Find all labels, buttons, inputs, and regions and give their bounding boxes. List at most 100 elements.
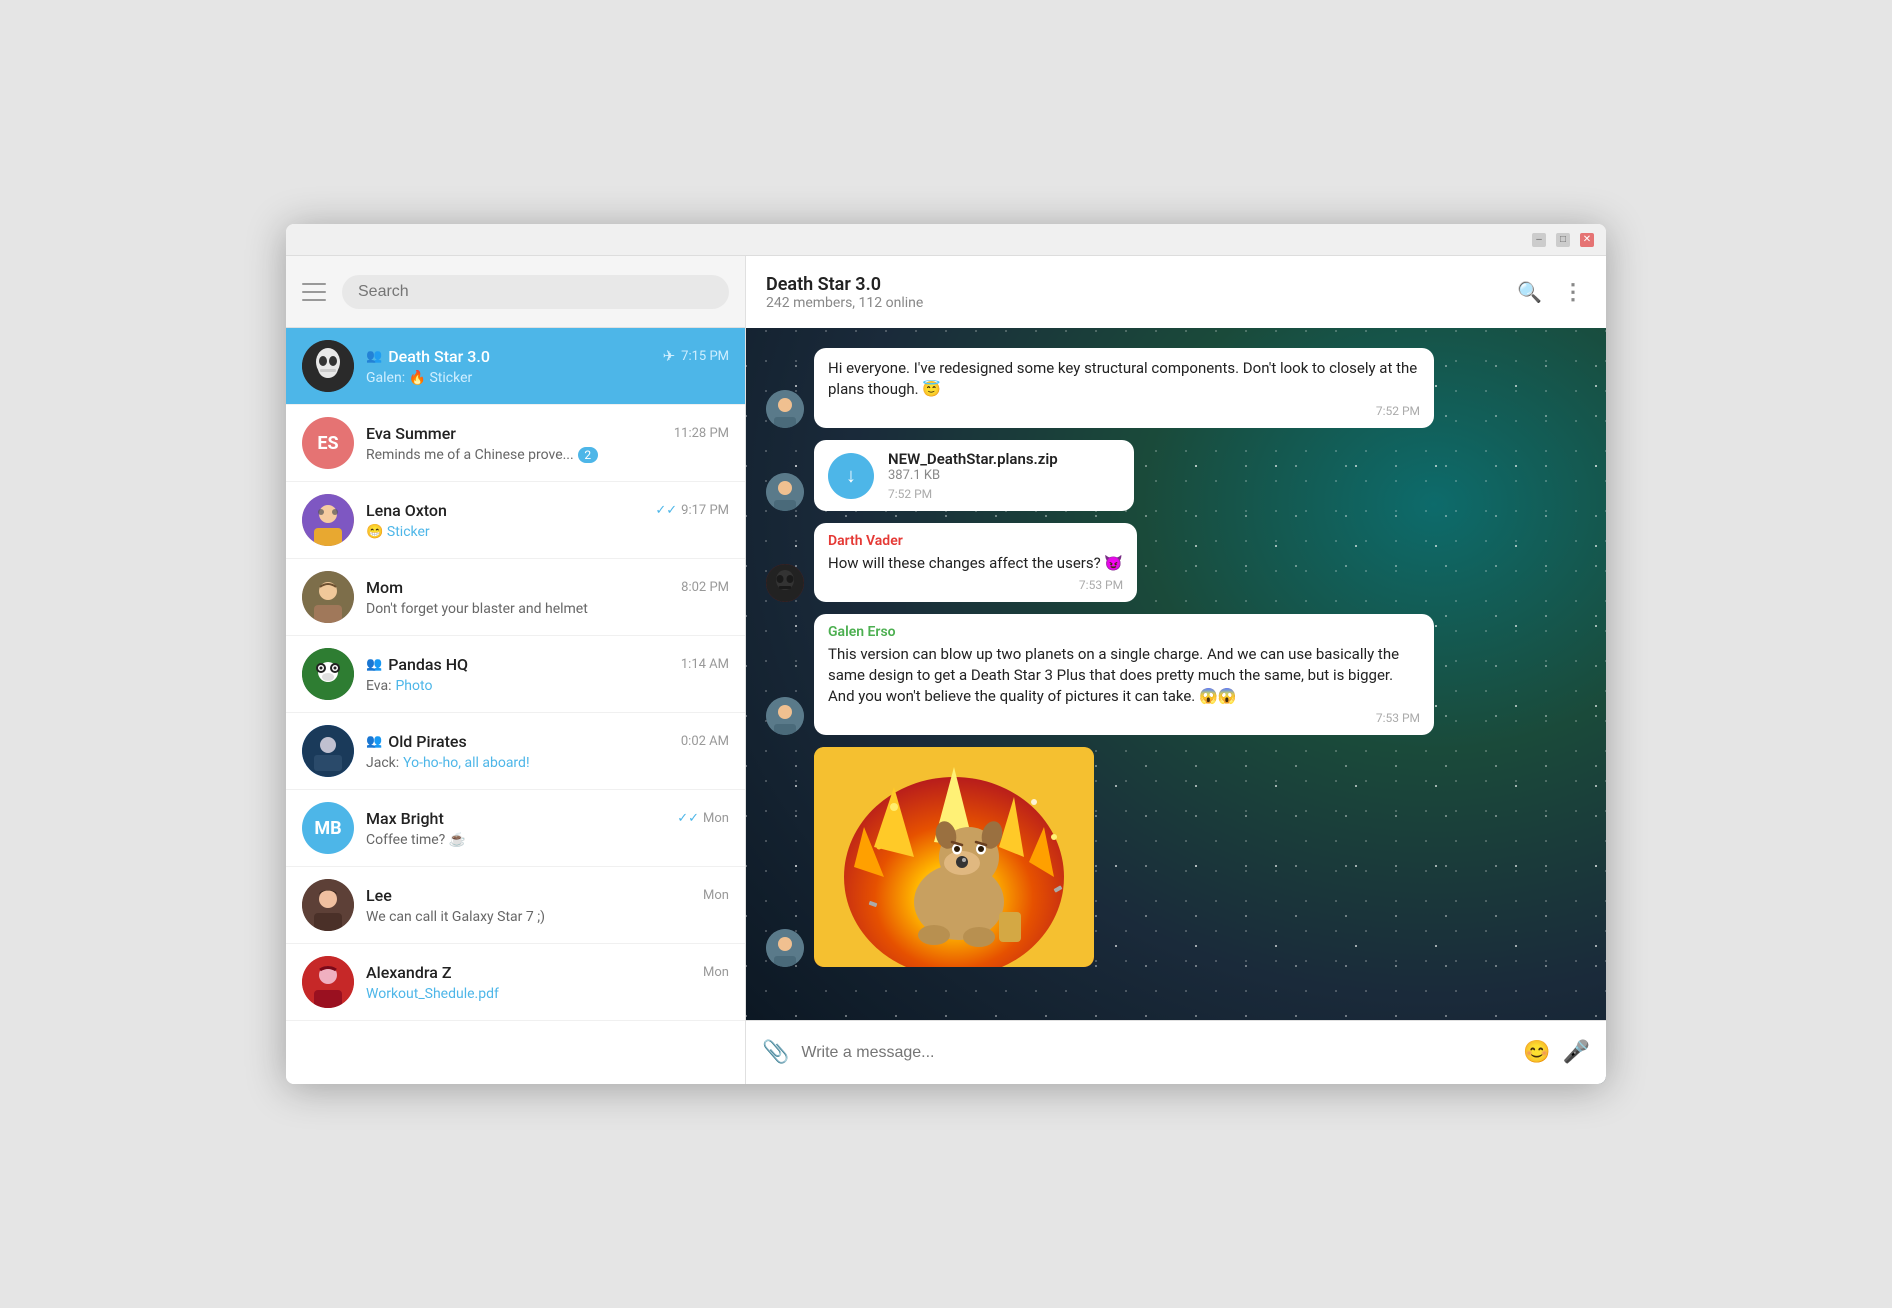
chat-info: Lee Mon We can call it Galaxy Star 7 ;) — [366, 886, 729, 925]
group-icon: 👥 — [366, 734, 382, 749]
avatar-image — [766, 697, 804, 735]
chat-header-icons: 🔍 ⋮ — [1517, 280, 1586, 305]
chat-name: 👥 Death Star 3.0 — [366, 347, 490, 366]
group-icon: 👥 — [366, 349, 382, 364]
message-row: Galen Erso This version can blow up two … — [766, 614, 1586, 735]
chat-name-row: 👥 Old Pirates 0:02 AM — [366, 732, 729, 751]
chat-name-row: Lee Mon — [366, 886, 729, 905]
hamburger-menu-icon[interactable] — [302, 283, 326, 301]
chat-preview: Reminds me of a Chinese prove... 2 — [366, 447, 729, 463]
chat-name-row: 👥 Pandas HQ 1:14 AM — [366, 655, 729, 674]
chat-item-pandas-hq[interactable]: 👥 Pandas HQ 1:14 AM Eva: Photo — [286, 636, 745, 713]
chat-item-death-star[interactable]: 👥 Death Star 3.0 ✈ 7:15 PM Galen: 🔥 Stic… — [286, 328, 745, 405]
chat-name: Alexandra Z — [366, 963, 451, 982]
chat-time: 8:02 PM — [681, 580, 729, 595]
chat-name-row: Max Bright ✓✓ Mon — [366, 809, 729, 828]
message-row: Hi everyone. I've redesigned some key st… — [766, 348, 1586, 428]
avatar — [302, 879, 354, 931]
chat-item-eva-summer[interactable]: ES Eva Summer 11:28 PM Reminds me of a C… — [286, 405, 745, 482]
avatar — [302, 494, 354, 546]
chat-name-row: 👥 Death Star 3.0 ✈ 7:15 PM — [366, 347, 729, 366]
message-sender: Darth Vader — [828, 533, 1123, 549]
chat-info: 👥 Pandas HQ 1:14 AM Eva: Photo — [366, 655, 729, 694]
chat-item-mom[interactable]: Mom 8:02 PM Don't forget your blaster an… — [286, 559, 745, 636]
avatar-image — [302, 956, 354, 1008]
message-avatar — [766, 473, 804, 511]
maximize-button[interactable]: □ — [1556, 233, 1570, 247]
message-bubble: Hi everyone. I've redesigned some key st… — [814, 348, 1434, 428]
chat-name: Max Bright — [366, 809, 444, 828]
unread-badge: 2 — [578, 447, 598, 463]
file-name: NEW_DeathStar.plans.zip — [888, 450, 1058, 468]
chat-header: Death Star 3.0 242 members, 112 online 🔍… — [746, 256, 1606, 328]
search-input[interactable] — [358, 283, 713, 301]
chat-subtitle: 242 members, 112 online — [766, 295, 923, 311]
chat-time: 1:14 AM — [681, 657, 729, 672]
chat-preview: We can call it Galaxy Star 7 ;) — [366, 909, 729, 925]
double-check-icon: ✓✓ — [655, 503, 677, 518]
chat-item-old-pirates[interactable]: 👥 Old Pirates 0:02 AM Jack: Yo-ho-ho, al… — [286, 713, 745, 790]
chat-time: 9:17 PM — [681, 503, 729, 518]
input-area: 📎 😊 🎤 — [746, 1020, 1606, 1084]
avatar-image — [302, 340, 354, 392]
avatar — [302, 956, 354, 1008]
chat-preview: 😁 Sticker — [366, 524, 729, 540]
chat-name-row: Eva Summer 11:28 PM — [366, 424, 729, 443]
mic-icon[interactable]: 🎤 — [1563, 1040, 1590, 1065]
chat-preview: Jack: Yo-ho-ho, all aboard! — [366, 755, 729, 771]
chat-info: 👥 Old Pirates 0:02 AM Jack: Yo-ho-ho, al… — [366, 732, 729, 771]
chat-preview: Workout_Shedule.pdf — [366, 986, 729, 1002]
message-bubble: Darth Vader How will these changes affec… — [814, 523, 1137, 602]
title-bar: – □ ✕ — [286, 224, 1606, 256]
chat-name: 👥 Pandas HQ — [366, 655, 468, 674]
avatar — [302, 648, 354, 700]
message-avatar — [766, 390, 804, 428]
message-row: Darth Vader How will these changes affec… — [766, 523, 1586, 602]
chat-item-lena-oxton[interactable]: Lena Oxton ✓✓ 9:17 PM 😁 Sticker — [286, 482, 745, 559]
double-check-icon: ✓✓ — [677, 811, 699, 826]
chat-item-lee[interactable]: Lee Mon We can call it Galaxy Star 7 ;) — [286, 867, 745, 944]
message-time: 7:53 PM — [828, 578, 1123, 592]
messages-area: Hi everyone. I've redesigned some key st… — [746, 328, 1606, 1020]
chat-name: Eva Summer — [366, 424, 456, 443]
avatar-image — [302, 494, 354, 546]
avatar: ES — [302, 417, 354, 469]
chat-time: Mon — [703, 965, 729, 980]
close-button[interactable]: ✕ — [1580, 233, 1594, 247]
file-download-button[interactable]: ↓ — [828, 453, 874, 499]
avatar: MB — [302, 802, 354, 854]
sidebar-header — [286, 256, 745, 328]
avatar — [302, 571, 354, 623]
chat-header-info: Death Star 3.0 242 members, 112 online — [766, 274, 923, 311]
chat-time: 11:28 PM — [674, 426, 729, 441]
chat-item-max-bright[interactable]: MB Max Bright ✓✓ Mon Coffee time? ☕ — [286, 790, 745, 867]
chat-name: Mom — [366, 578, 403, 597]
chat-info: Max Bright ✓✓ Mon Coffee time? ☕ — [366, 809, 729, 848]
message-time: 7:52 PM — [828, 404, 1420, 418]
group-icon: 👥 — [366, 657, 382, 672]
chat-name: 👥 Old Pirates — [366, 732, 467, 751]
search-icon[interactable]: 🔍 — [1517, 280, 1542, 304]
more-options-icon[interactable]: ⋮ — [1562, 280, 1586, 305]
message-avatar — [766, 929, 804, 967]
chat-preview: Eva: Photo — [366, 678, 729, 694]
sticker-row — [766, 747, 1586, 967]
file-info: NEW_DeathStar.plans.zip 387.1 KB 7:52 PM — [888, 450, 1058, 501]
chat-area: Death Star 3.0 242 members, 112 online 🔍… — [746, 256, 1606, 1084]
minimize-button[interactable]: – — [1532, 233, 1546, 247]
chat-time: 7:15 PM — [681, 349, 729, 364]
message-input[interactable] — [801, 1044, 1511, 1062]
chat-item-alexandra-z[interactable]: Alexandra Z Mon Workout_Shedule.pdf — [286, 944, 745, 1021]
chat-info: Lena Oxton ✓✓ 9:17 PM 😁 Sticker — [366, 501, 729, 540]
emoji-icon[interactable]: 😊 — [1523, 1040, 1550, 1065]
message-sender: Galen Erso — [828, 624, 1420, 640]
message-bubble: Galen Erso This version can blow up two … — [814, 614, 1434, 735]
message-file-bubble: ↓ NEW_DeathStar.plans.zip 387.1 KB 7:52 … — [814, 440, 1134, 511]
search-box[interactable] — [342, 275, 729, 309]
chat-time: 0:02 AM — [681, 734, 729, 749]
attach-icon[interactable]: 📎 — [762, 1040, 789, 1065]
chat-preview: Coffee time? ☕ — [366, 832, 729, 848]
message-avatar — [766, 564, 804, 602]
avatar-initials: ES — [317, 433, 338, 454]
chat-name-row: Mom 8:02 PM — [366, 578, 729, 597]
